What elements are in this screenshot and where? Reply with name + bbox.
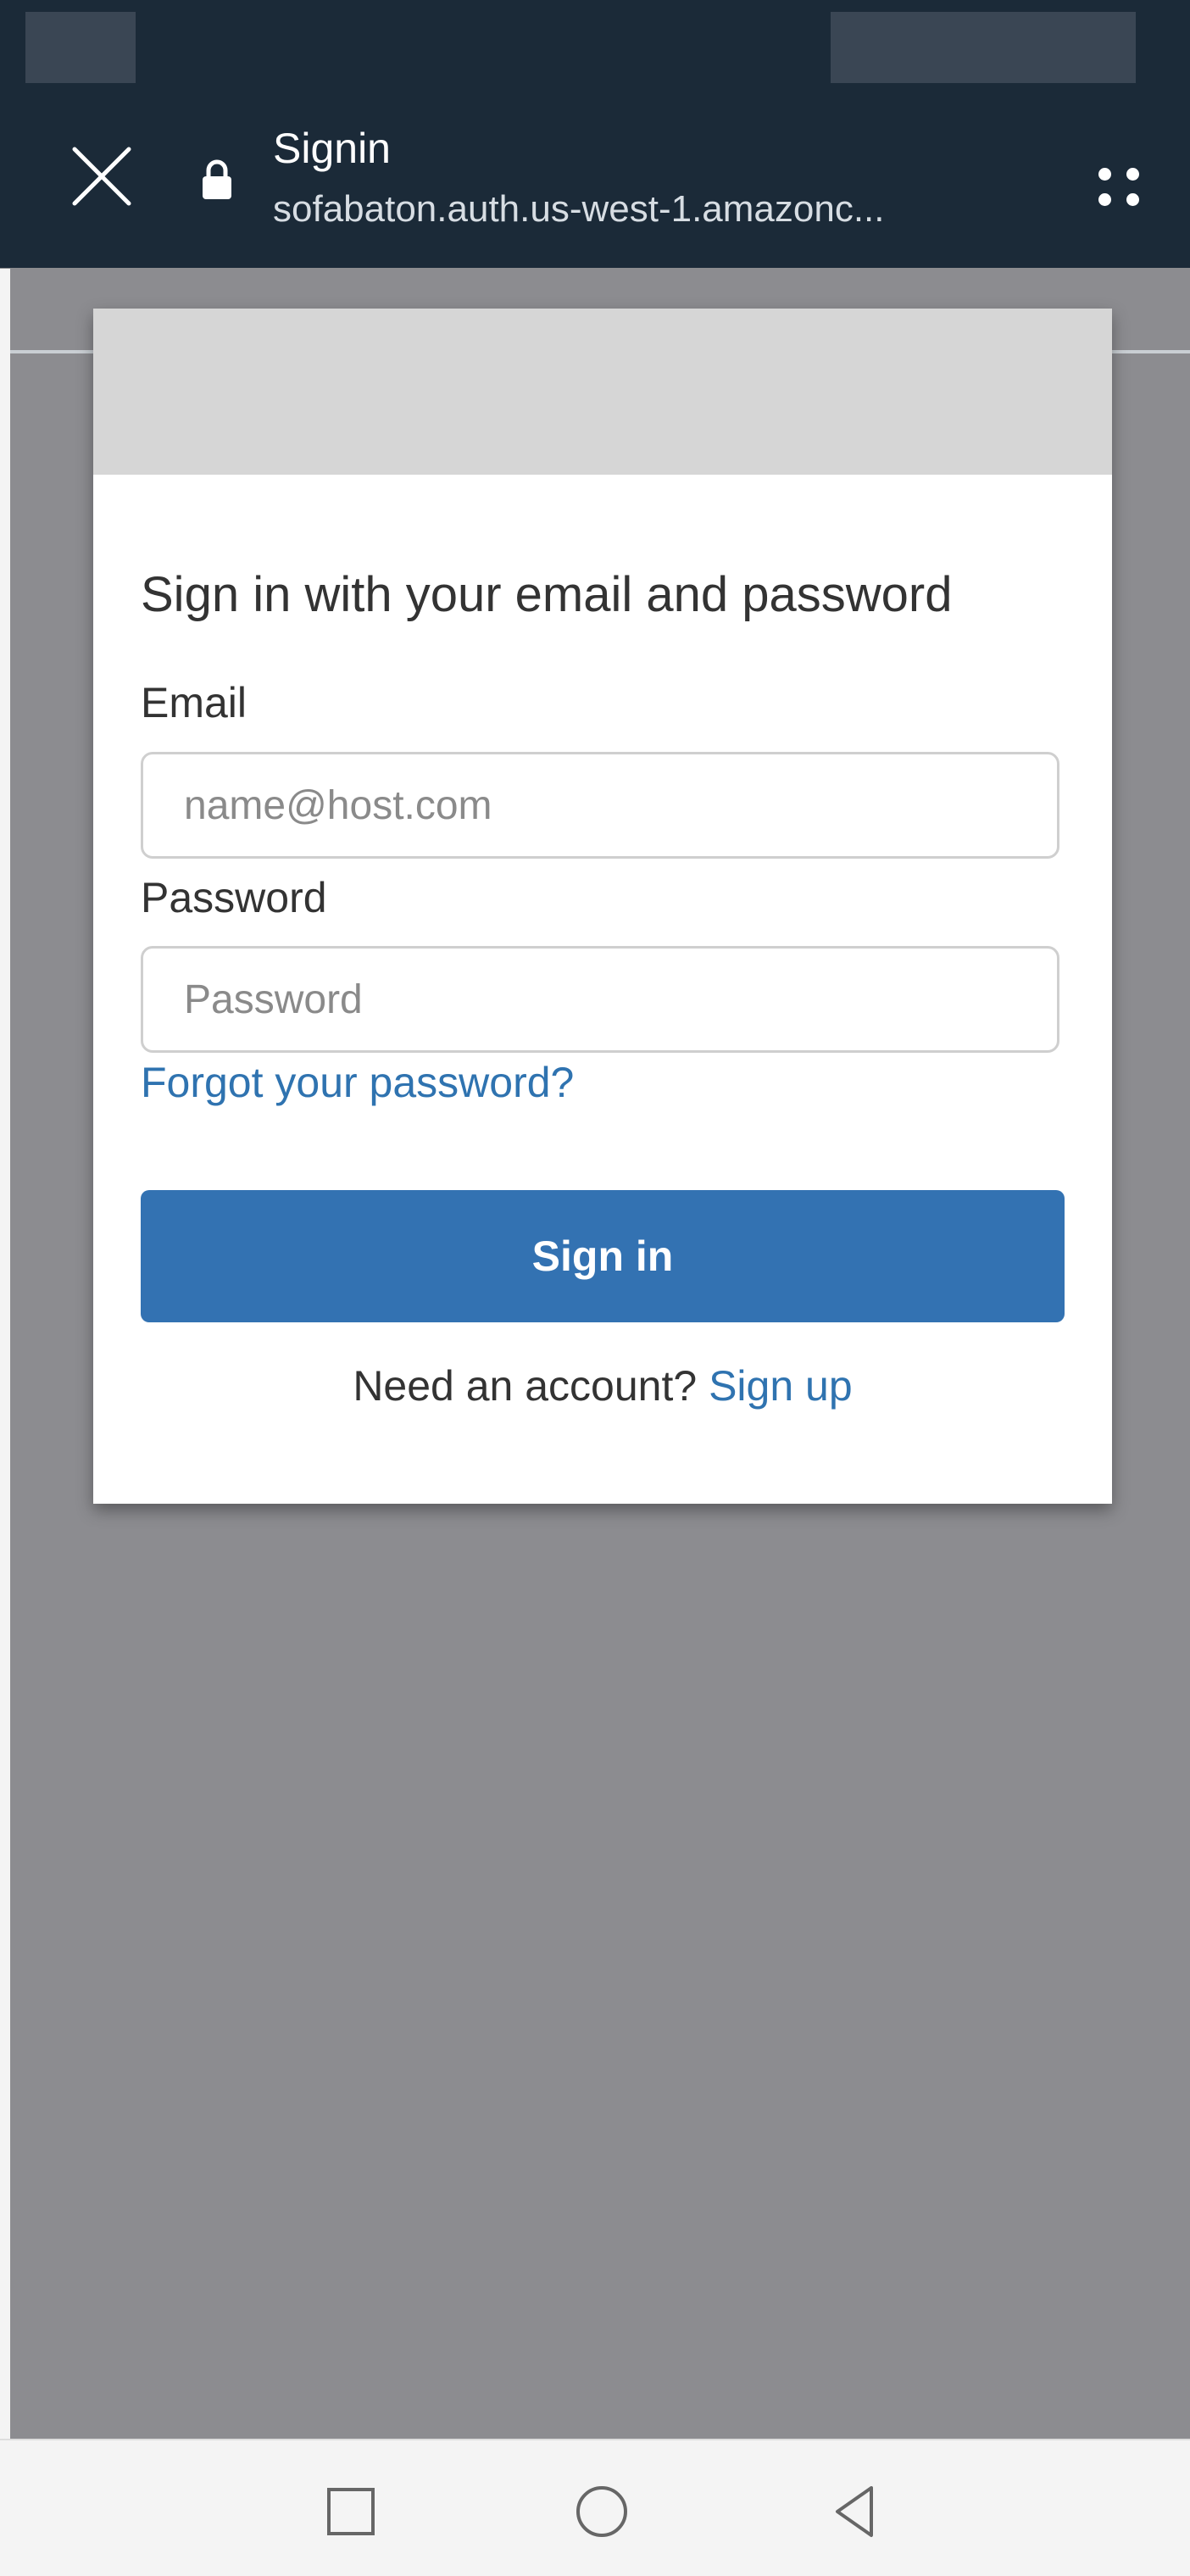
status-bar-left-blurred [25,12,136,83]
square-icon [327,2488,375,2535]
system-nav-bar [0,2439,1190,2576]
more-options-dot [1098,193,1111,206]
sign-in-button[interactable]: Sign in [141,1190,1065,1322]
more-options-icon [1098,168,1111,181]
circle-icon [576,2486,627,2537]
status-bar-right-blurred [831,12,1136,83]
back-button[interactable] [814,2471,895,2552]
sign-up-link[interactable]: Sign up [709,1362,853,1410]
more-options-button[interactable] [1085,153,1153,220]
password-label: Password [141,874,327,921]
email-field[interactable] [141,752,1059,859]
more-options-dot [1126,193,1139,206]
page-title: Signin [273,125,391,172]
close-icon [72,147,131,206]
more-options-dot [1126,168,1139,181]
recents-button[interactable] [310,2471,392,2552]
password-field[interactable] [141,946,1059,1053]
signup-prompt-text: Need an account? [353,1362,698,1410]
triangle-back-icon [836,2486,873,2537]
page-url: sofabaton.auth.us-west-1.amazonc... [273,188,885,230]
email-label: Email [141,679,247,726]
signup-prompt-row: Need an account? Sign up [93,1361,1112,1410]
close-button[interactable] [70,144,134,209]
card-banner [93,309,1112,475]
lock-icon [200,159,234,200]
status-bar [0,0,1190,85]
signin-heading: Sign in with your email and password [141,567,953,622]
browser-toolbar: Signin sofabaton.auth.us-west-1.amazonc.… [0,85,1190,353]
home-button[interactable] [561,2471,642,2552]
forgot-password-link[interactable]: Forgot your password? [141,1058,574,1107]
page-left-edge [0,269,10,2439]
signin-card: Sign in with your email and password Ema… [93,309,1112,1504]
